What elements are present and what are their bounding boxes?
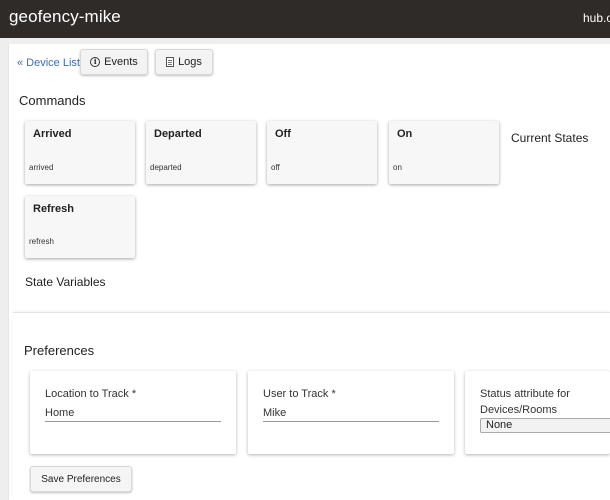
command-on[interactable]: On on — [389, 121, 499, 184]
document-icon — [166, 57, 175, 67]
commands-heading: Commands — [19, 93, 86, 108]
logs-button[interactable]: Logs — [155, 49, 213, 75]
command-name: Arrived — [33, 128, 72, 140]
command-value: off — [271, 163, 280, 172]
state-variables-heading: State Variables — [25, 275, 106, 289]
status-attribute-preference-card: Status attribute for Devices/Rooms None — [465, 371, 610, 454]
status-attribute-label: Status attribute for Devices/Rooms — [480, 388, 570, 416]
events-button[interactable]: i Events — [80, 49, 148, 75]
command-value: arrived — [29, 163, 54, 172]
command-name: Refresh — [33, 203, 74, 215]
command-arrived[interactable]: Arrived arrived — [25, 121, 135, 184]
location-preference-card: Location to Track * — [30, 371, 236, 454]
status-attribute-select[interactable]: None — [480, 418, 610, 433]
top-bar: geofency-mike hub.c — [0, 0, 610, 38]
location-input[interactable] — [45, 404, 221, 422]
command-name: On — [397, 128, 413, 140]
command-value: departed — [150, 163, 182, 172]
hub-host-link[interactable]: hub.c — [583, 11, 610, 25]
logs-label: Logs — [178, 56, 202, 68]
events-label: Events — [104, 56, 138, 68]
info-icon: i — [90, 57, 101, 67]
user-preference-card: User to Track * — [248, 371, 454, 454]
command-name: Departed — [154, 128, 202, 140]
device-title: geofency-mike — [9, 7, 121, 26]
command-off[interactable]: Off off — [267, 121, 377, 184]
device-list-link[interactable]: « Device List — [17, 57, 80, 69]
command-refresh[interactable]: Refresh refresh — [25, 196, 135, 258]
save-preferences-button[interactable]: Save Preferences — [30, 466, 132, 492]
preferences-heading: Preferences — [24, 343, 95, 358]
current-states-heading: Current States — [511, 131, 589, 145]
command-value: refresh — [29, 237, 54, 246]
command-departed[interactable]: Departed departed — [146, 121, 256, 184]
command-name: Off — [275, 128, 291, 140]
user-input[interactable] — [263, 404, 439, 422]
command-value: on — [393, 163, 402, 172]
user-label: User to Track * — [263, 388, 336, 400]
location-label: Location to Track * — [45, 388, 137, 400]
